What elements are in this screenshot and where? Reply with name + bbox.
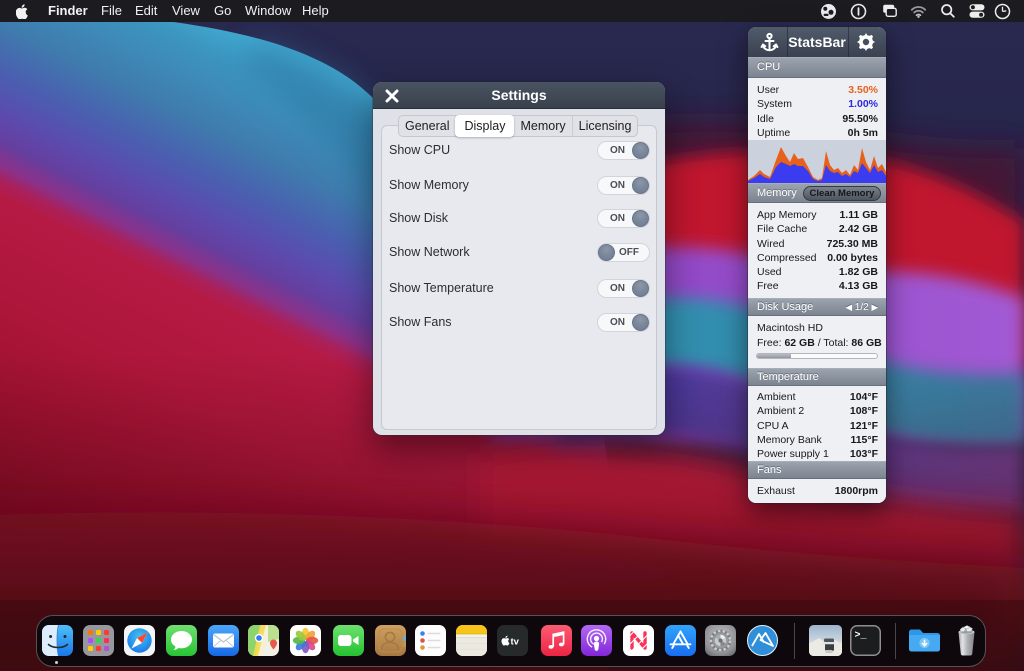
svg-text:tv: tv bbox=[511, 637, 520, 648]
svg-text:>_: >_ bbox=[855, 631, 868, 642]
